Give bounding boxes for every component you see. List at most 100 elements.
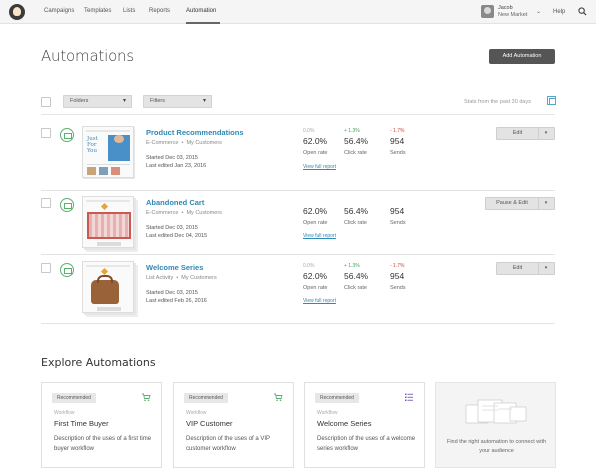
email-status-icon bbox=[60, 198, 74, 212]
divider bbox=[538, 198, 539, 209]
nav-campaigns[interactable]: Campaigns bbox=[44, 8, 74, 14]
open-rate-change: 0.0% bbox=[303, 263, 315, 269]
thumbnail-button bbox=[97, 307, 121, 311]
active-tab-indicator bbox=[186, 22, 220, 24]
nav-lists[interactable]: Lists bbox=[123, 8, 135, 14]
click-rate-value: 56.4% bbox=[344, 271, 369, 281]
card-title: First Time Buyer bbox=[54, 419, 109, 428]
category-label: E-Commerce bbox=[146, 140, 179, 146]
search-icon[interactable] bbox=[578, 7, 587, 16]
pause-edit-button[interactable]: Pause & Edit bbox=[486, 198, 538, 209]
card-kicker: Workflow bbox=[54, 410, 75, 416]
edit-button-group: Edit ▾ bbox=[496, 262, 555, 275]
row-checkbox[interactable] bbox=[41, 128, 51, 138]
thumbnail-product bbox=[111, 167, 120, 175]
automation-category: E-Commerce • My Customers bbox=[146, 210, 222, 216]
click-rate-value: 56.4% bbox=[344, 206, 369, 216]
thumbnail-backpack-image bbox=[91, 280, 119, 304]
nav-automation[interactable]: Automation bbox=[186, 8, 216, 14]
avatar[interactable] bbox=[481, 5, 494, 18]
email-thumbnail[interactable]: Just For You bbox=[82, 126, 134, 178]
open-rate-label: Open rate bbox=[303, 150, 328, 156]
nav-reports[interactable]: Reports bbox=[149, 8, 170, 14]
thumbnail-text: Just For You bbox=[87, 136, 98, 154]
divider bbox=[41, 254, 555, 255]
divider bbox=[41, 190, 555, 191]
workflow-card[interactable]: Recommended Workflow VIP Customer Descri… bbox=[173, 382, 294, 468]
automation-title-link[interactable]: Abandoned Cart bbox=[146, 198, 204, 207]
thumbnail-header bbox=[86, 265, 130, 267]
view-report-link[interactable]: View full report bbox=[303, 298, 336, 304]
folders-dropdown[interactable]: Folders ▾ bbox=[63, 95, 132, 108]
open-rate-label: Open rate bbox=[303, 285, 328, 291]
view-report-link[interactable]: View full report bbox=[303, 164, 336, 170]
row-checkbox[interactable] bbox=[41, 198, 51, 208]
nav-templates[interactable]: Templates bbox=[84, 8, 111, 14]
open-rate-label: Open rate bbox=[303, 220, 328, 226]
click-rate-label: Click rate bbox=[344, 150, 367, 156]
automation-title-link[interactable]: Product Recommendations bbox=[146, 128, 244, 137]
click-rate-label: Click rate bbox=[344, 285, 367, 291]
folders-label: Folders bbox=[70, 98, 89, 104]
card-kicker: Workflow bbox=[186, 410, 207, 416]
chevron-down-icon[interactable]: ▾ bbox=[541, 263, 551, 274]
filters-dropdown[interactable]: Filters ▾ bbox=[143, 95, 212, 108]
sends-label: Sends bbox=[390, 150, 406, 156]
automation-dates: Started Dec 03, 2015 Last edited Feb 26,… bbox=[146, 289, 207, 305]
automation-category: List Activity • My Customers bbox=[146, 275, 217, 281]
click-rate-label: Click rate bbox=[344, 220, 367, 226]
sends-change: - 1.7% bbox=[390, 263, 405, 269]
thumbnail-logo bbox=[100, 202, 109, 211]
user-name[interactable]: Jacob bbox=[498, 5, 513, 11]
export-icon[interactable] bbox=[547, 96, 556, 105]
chevron-down-icon: ▾ bbox=[202, 98, 206, 104]
help-link[interactable]: Help bbox=[553, 9, 565, 15]
list-label: My Customers bbox=[181, 275, 217, 281]
chevron-down-icon[interactable]: ▾ bbox=[541, 198, 551, 209]
view-report-link[interactable]: View full report bbox=[303, 233, 336, 239]
open-rate-change: 0.0% bbox=[303, 128, 315, 134]
category-label: E-Commerce bbox=[146, 210, 179, 216]
chevron-down-icon[interactable]: ⌄ bbox=[536, 8, 541, 15]
thumbnail-product bbox=[87, 167, 96, 175]
workflow-card[interactable]: Recommended Workflow First Time Buyer De… bbox=[41, 382, 162, 468]
email-thumbnail[interactable] bbox=[82, 261, 134, 313]
automation-category: E-Commerce • My Customers bbox=[146, 140, 222, 146]
recommended-badge: Recommended bbox=[52, 393, 96, 403]
card-description: Description of the uses of a welcome ser… bbox=[317, 436, 416, 452]
filters-label: Filters bbox=[150, 98, 165, 104]
thumbnail-logo bbox=[100, 267, 109, 276]
pause-edit-button-group: Pause & Edit ▾ bbox=[485, 197, 555, 210]
edit-button[interactable]: Edit bbox=[497, 128, 538, 139]
user-org[interactable]: New Market bbox=[498, 12, 527, 18]
recommended-badge: Recommended bbox=[315, 393, 359, 403]
open-rate-value: 62.0% bbox=[303, 136, 328, 146]
click-rate-change: + 1.3% bbox=[344, 263, 360, 269]
automation-dates: Started Dec 03, 2015 Last edited Dec 04,… bbox=[146, 224, 207, 240]
thumbnail-button bbox=[97, 242, 121, 246]
explore-title: Explore Automations bbox=[41, 356, 156, 369]
automation-title-link[interactable]: Welcome Series bbox=[146, 263, 203, 272]
last-edited-date: Last edited Feb 26, 2016 bbox=[146, 298, 207, 304]
workflow-card[interactable]: Recommended Workflow Welcome Series Desc… bbox=[304, 382, 425, 468]
chevron-down-icon[interactable]: ▾ bbox=[541, 128, 551, 139]
sends-value: 954 bbox=[390, 136, 405, 146]
thumbnail-face bbox=[114, 135, 124, 143]
add-automation-button[interactable]: Add Automation bbox=[489, 49, 555, 64]
edit-button[interactable]: Edit bbox=[497, 263, 538, 274]
sends-value: 954 bbox=[390, 206, 405, 216]
row-checkbox[interactable] bbox=[41, 263, 51, 273]
started-date: Started Dec 03, 2015 bbox=[146, 225, 198, 231]
email-thumbnail[interactable] bbox=[82, 196, 134, 248]
logo-icon[interactable] bbox=[9, 4, 25, 20]
find-automation-card[interactable]: Find the right automation to connect wit… bbox=[435, 382, 556, 468]
sends-value: 954 bbox=[390, 271, 405, 281]
card-description: Description of the uses of a first time … bbox=[54, 436, 152, 452]
email-status-icon bbox=[60, 128, 74, 142]
card-title: Welcome Series bbox=[317, 419, 372, 428]
stats-period-text: Stats from the past 30 days bbox=[464, 99, 531, 105]
top-nav: Campaigns Templates Lists Reports Automa… bbox=[0, 0, 596, 24]
select-all-checkbox[interactable] bbox=[41, 97, 51, 107]
click-rate-change: + 1.3% bbox=[344, 128, 360, 134]
page-title: Automations bbox=[41, 47, 134, 65]
